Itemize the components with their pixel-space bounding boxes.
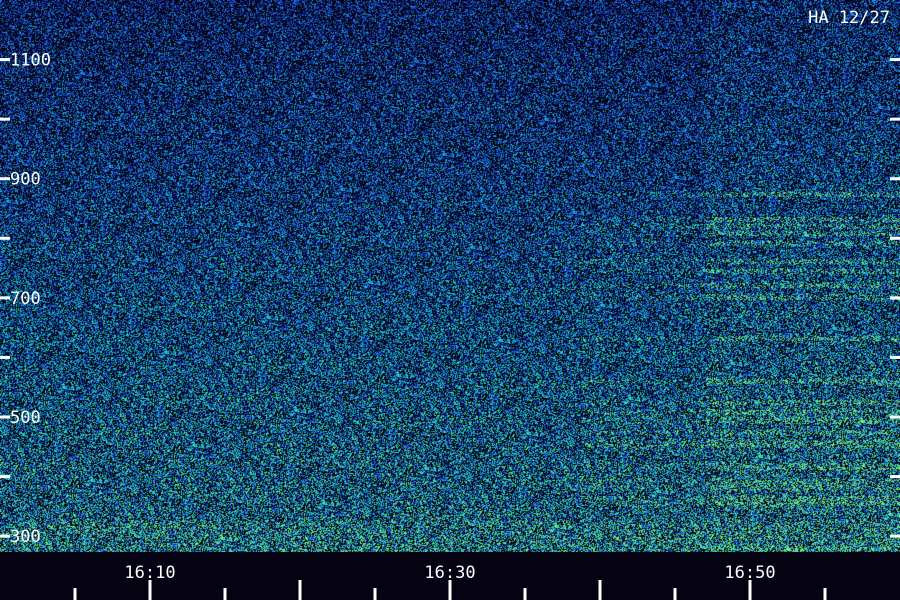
y-tick-label: 700 xyxy=(10,289,41,309)
y-tick-label: 300 xyxy=(10,527,41,547)
x-tick-label: 16:50 xyxy=(724,563,775,583)
y-tick-label: 500 xyxy=(10,408,41,428)
spectrogram-chart: 1100 900 700 500 300 16:10 16:30 16:50 HA 12/2… xyxy=(0,0,900,600)
spectrogram-heatmap xyxy=(0,0,900,560)
y-tick-label: 900 xyxy=(10,170,41,190)
chart-title: HA 12/27 xyxy=(808,8,890,28)
x-tick-label: 16:10 xyxy=(124,563,175,583)
x-tick-label: 16:30 xyxy=(424,563,475,583)
y-tick-label: 1100 xyxy=(10,51,51,71)
